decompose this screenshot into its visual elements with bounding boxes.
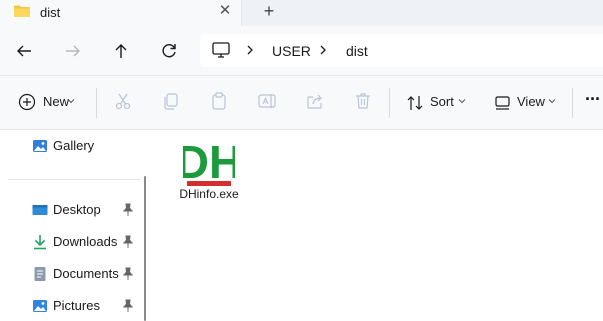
plus-circle-icon: [18, 93, 36, 111]
chevron-down-icon: [548, 99, 556, 104]
address-bar[interactable]: USER dist: [200, 34, 603, 67]
share-icon: [307, 94, 322, 109]
sidebar-item-downloads[interactable]: Downloads: [0, 229, 145, 255]
sort-label: Sort: [430, 94, 454, 109]
sidebar-item-gallery[interactable]: Gallery: [0, 133, 145, 159]
divider: [96, 88, 97, 118]
address-row: USER dist: [0, 26, 603, 76]
new-label: New: [43, 94, 70, 109]
file-item[interactable]: DH DHinfo.exe: [177, 136, 241, 202]
arrow-left-icon: [17, 45, 31, 57]
more-icon: ···: [585, 89, 601, 109]
sidebar-item-pictures[interactable]: Pictures: [0, 293, 145, 319]
documents-icon: [34, 267, 46, 281]
sidebar-item-label: Gallery: [53, 138, 95, 153]
view-icon: [495, 96, 510, 110]
pin-icon[interactable]: [122, 299, 134, 313]
new-tab-button[interactable]: +: [260, 2, 278, 20]
pin-icon[interactable]: [122, 235, 134, 249]
command-bar: New Sort View ···: [0, 76, 603, 130]
rename-button[interactable]: [257, 91, 277, 115]
sidebar-item-label: Desktop: [53, 202, 101, 217]
sidebar-item-label: Documents: [53, 266, 119, 281]
sidebar-item-documents[interactable]: Documents: [0, 261, 145, 287]
view-button[interactable]: View: [493, 91, 559, 115]
arrow-right-icon: [66, 45, 80, 57]
scissors-icon: [115, 93, 131, 110]
cut-button[interactable]: [113, 91, 133, 115]
clipboard-icon: [212, 92, 226, 110]
copy-button[interactable]: [161, 91, 181, 115]
chevron-right-icon: [247, 45, 253, 55]
gallery-icon: [33, 140, 47, 152]
logo-text: DH: [183, 136, 235, 188]
refresh-icon: [162, 44, 176, 58]
download-icon: [34, 235, 46, 250]
monitor-icon: [212, 42, 230, 58]
close-tab-icon[interactable]: ✕: [217, 2, 233, 20]
paste-button[interactable]: [209, 91, 229, 115]
file-list: DH DHinfo.exe: [155, 130, 603, 321]
chevron-down-icon: [67, 99, 75, 104]
breadcrumb-user[interactable]: USER: [272, 43, 311, 59]
chevron-right-icon: [320, 45, 326, 55]
copy-icon: [164, 93, 178, 110]
pin-icon[interactable]: [122, 203, 134, 217]
sidebar-item-label: Pictures: [53, 298, 100, 313]
desktop-icon: [32, 205, 48, 215]
sidebar-divider: [8, 179, 140, 180]
view-label: View: [517, 94, 545, 109]
divider: [389, 88, 390, 118]
refresh-button[interactable]: [157, 39, 181, 63]
divider: [572, 88, 573, 118]
pin-icon[interactable]: [122, 267, 134, 281]
tab-title: dist: [40, 5, 61, 20]
forward-button[interactable]: [61, 39, 85, 63]
sort-button[interactable]: Sort: [405, 91, 469, 115]
new-button[interactable]: New: [18, 91, 78, 115]
file-name: DHinfo.exe: [179, 187, 239, 201]
share-button[interactable]: [305, 91, 325, 115]
chevron-down-icon: [458, 99, 466, 104]
breadcrumb-dist[interactable]: dist: [346, 43, 368, 59]
sidebar-item-desktop[interactable]: Desktop: [0, 197, 145, 223]
back-button[interactable]: [12, 39, 36, 63]
navigation-pane: Gallery Desktop Downloads Documents Pict…: [0, 130, 155, 321]
delete-button[interactable]: [353, 91, 373, 115]
arrow-up-icon: [115, 44, 127, 58]
dh-app-icon: DH: [183, 136, 235, 188]
tab-strip: dist ✕ +: [0, 0, 603, 26]
sidebar-scrollbar[interactable]: [144, 176, 146, 321]
pictures-icon: [33, 300, 47, 312]
more-options-button[interactable]: ···: [585, 89, 603, 115]
up-button[interactable]: [109, 39, 133, 63]
sidebar-item-label: Downloads: [53, 234, 118, 249]
folder-icon: [14, 5, 30, 17]
sort-icon: [407, 96, 423, 110]
rename-icon: [258, 94, 276, 108]
trash-icon: [356, 93, 370, 109]
tab-dist[interactable]: dist ✕: [0, 0, 242, 26]
